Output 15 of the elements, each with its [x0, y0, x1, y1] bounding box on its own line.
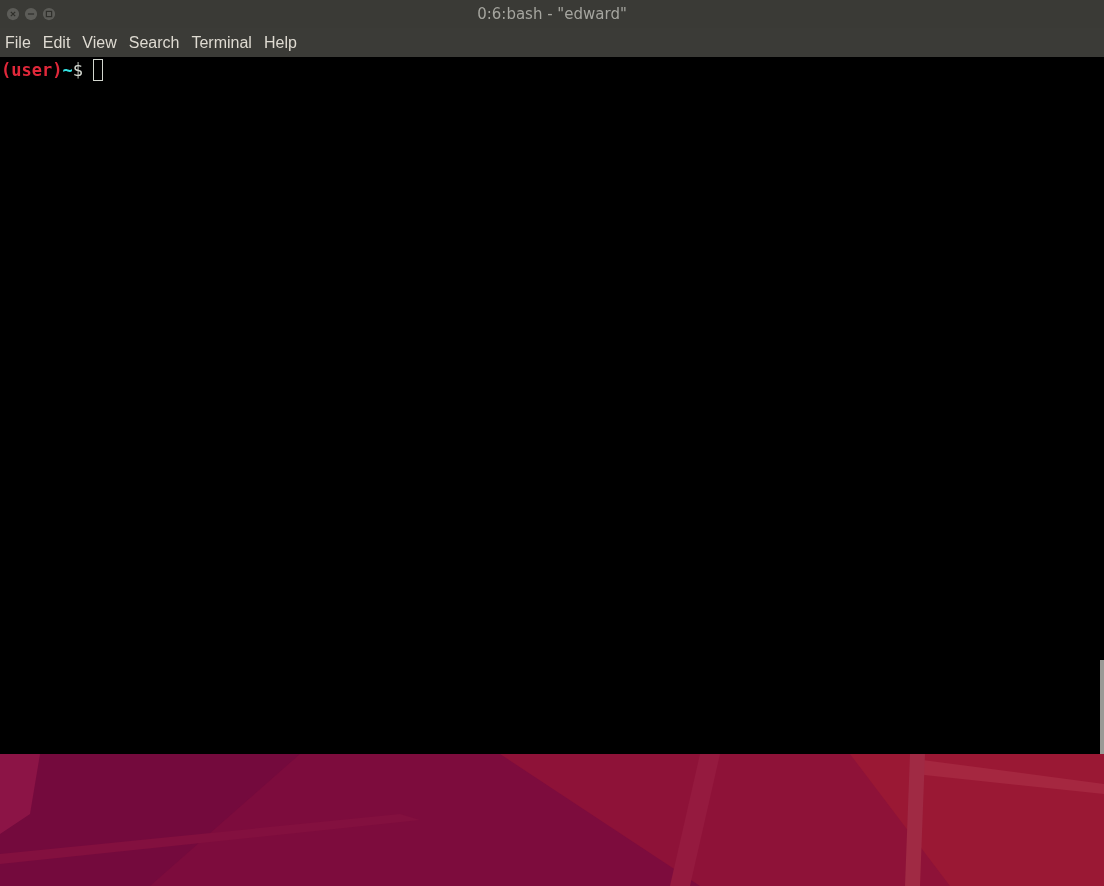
menu-item[interactable]: Search — [128, 33, 186, 52]
maximize-icon[interactable] — [42, 7, 56, 21]
menu-item[interactable]: Terminal — [191, 33, 258, 52]
menu-item[interactable]: Help — [263, 33, 303, 52]
menu-item[interactable]: View — [82, 33, 123, 52]
cursor-block — [92, 59, 103, 81]
menu-item[interactable]: Edit — [42, 33, 77, 52]
minimize-icon[interactable] — [24, 7, 38, 21]
prompt-text: (user) — [1, 60, 63, 80]
prompt-text: $ — [72, 60, 83, 80]
scrollbar-thumb[interactable] — [1100, 660, 1104, 754]
window-title: 0:6:bash - "edward" — [477, 5, 627, 23]
close-icon[interactable] — [6, 7, 20, 21]
prompt-text: ~ — [62, 60, 73, 80]
menu-item[interactable]: File — [5, 33, 37, 52]
